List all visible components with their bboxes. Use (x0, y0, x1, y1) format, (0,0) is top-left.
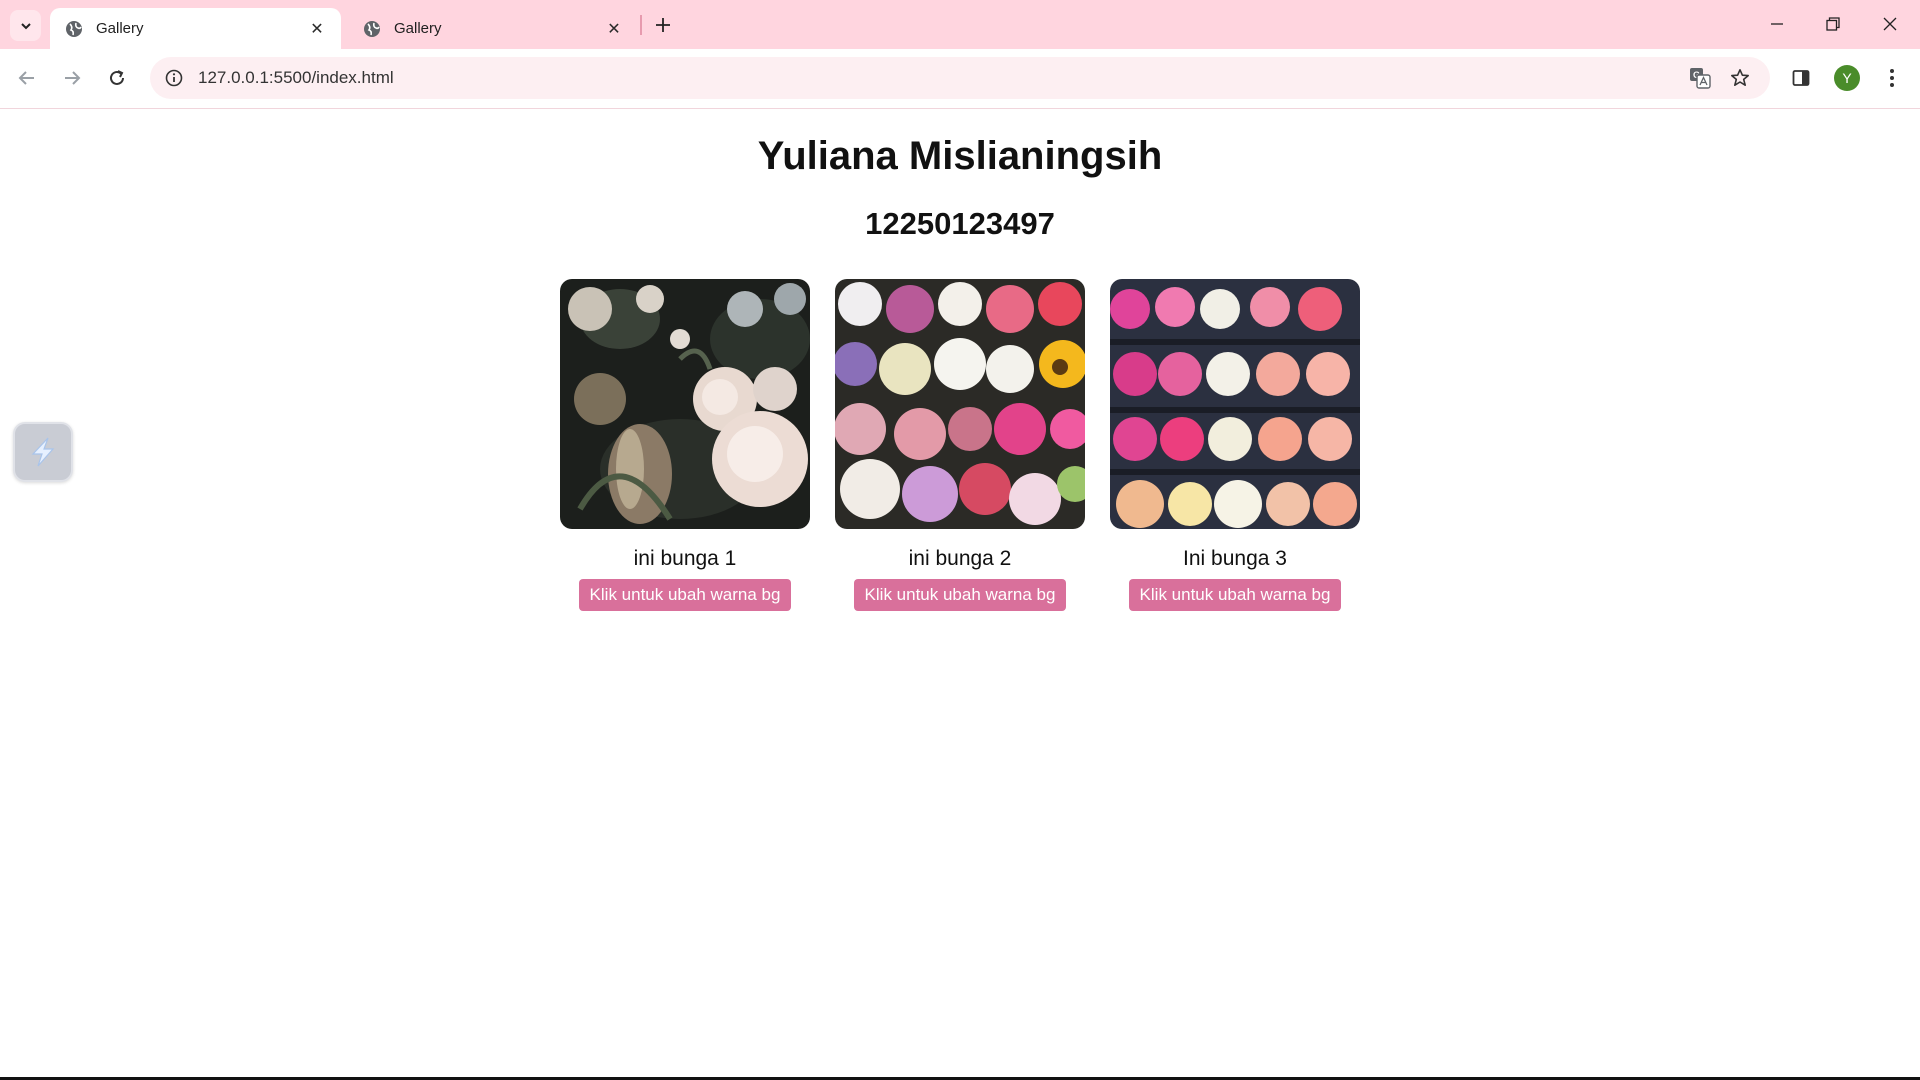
extension-widget-button[interactable] (13, 422, 73, 482)
url-text: 127.0.0.1:5500/index.html (198, 68, 394, 87)
forward-button[interactable] (55, 61, 89, 95)
flower-image-3 (1110, 279, 1360, 529)
minimize-icon (1771, 23, 1783, 25)
new-tab-button[interactable] (650, 10, 676, 40)
back-button[interactable] (10, 61, 44, 95)
flower-image-2 (835, 279, 1085, 529)
change-bg-button[interactable]: Klik untuk ubah warna bg (854, 579, 1066, 611)
tab-separator (640, 15, 642, 35)
reload-button[interactable] (100, 61, 134, 95)
translate-icon[interactable]: G (1685, 63, 1715, 93)
bookmark-star-icon[interactable] (1725, 63, 1755, 93)
gallery-card: ini bunga 2 Klik untuk ubah warna bg (835, 279, 1085, 611)
plus-icon (656, 18, 670, 32)
flower-image-1 (560, 279, 810, 529)
browser-menu-button[interactable] (1875, 61, 1909, 95)
tab-title: Gallery (394, 20, 442, 37)
chevron-down-icon (20, 22, 31, 29)
tab-search-button[interactable] (10, 10, 41, 41)
minimize-button[interactable] (1755, 4, 1799, 44)
flower-gallery: ini bunga 1 Klik untuk ubah warna bg ini… (560, 279, 1360, 629)
page-subtitle: 12250123497 (865, 206, 1055, 241)
page-viewport: Yuliana Mislianingsih 12250123497 ini bu… (0, 110, 1920, 1078)
tab-gallery-inactive[interactable]: Gallery ✕ (348, 8, 638, 49)
more-vertical-icon (1890, 69, 1894, 87)
window-close-button[interactable] (1868, 4, 1912, 44)
tab-title: Gallery (96, 20, 144, 37)
side-panel-icon (1792, 70, 1810, 86)
close-icon[interactable]: ✕ (604, 19, 624, 39)
arrow-right-icon (65, 71, 81, 85)
close-icon[interactable]: ✕ (307, 19, 327, 39)
browser-toolbar: 127.0.0.1:5500/index.html G Y (0, 49, 1920, 109)
side-panel-button[interactable] (1784, 61, 1818, 95)
tab-gallery-active[interactable]: Gallery ✕ (50, 8, 341, 49)
change-bg-button[interactable]: Klik untuk ubah warna bg (1129, 579, 1341, 611)
flower-caption: ini bunga 1 (633, 547, 737, 570)
avatar: Y (1834, 65, 1860, 91)
gallery-card: Ini bunga 3 Klik untuk ubah warna bg (1110, 279, 1360, 611)
change-bg-button[interactable]: Klik untuk ubah warna bg (579, 579, 791, 611)
flower-caption: Ini bunga 3 (1183, 547, 1287, 570)
profile-button[interactable]: Y (1830, 61, 1864, 95)
address-bar[interactable]: 127.0.0.1:5500/index.html G (150, 57, 1770, 99)
flower-caption: ini bunga 2 (908, 547, 1012, 570)
close-icon (1883, 17, 1897, 31)
restore-icon (1826, 17, 1840, 31)
globe-icon (64, 19, 84, 39)
browser-titlebar: Gallery ✕ Gallery ✕ (0, 0, 1920, 49)
reload-icon (110, 70, 124, 85)
page-title: Yuliana Mislianingsih (757, 134, 1163, 178)
lightning-icon (31, 437, 55, 467)
site-info-icon[interactable] (164, 68, 184, 88)
restore-button[interactable] (1811, 4, 1855, 44)
gallery-card: ini bunga 1 Klik untuk ubah warna bg (560, 279, 810, 611)
arrow-left-icon (18, 71, 34, 85)
globe-icon (362, 19, 382, 39)
